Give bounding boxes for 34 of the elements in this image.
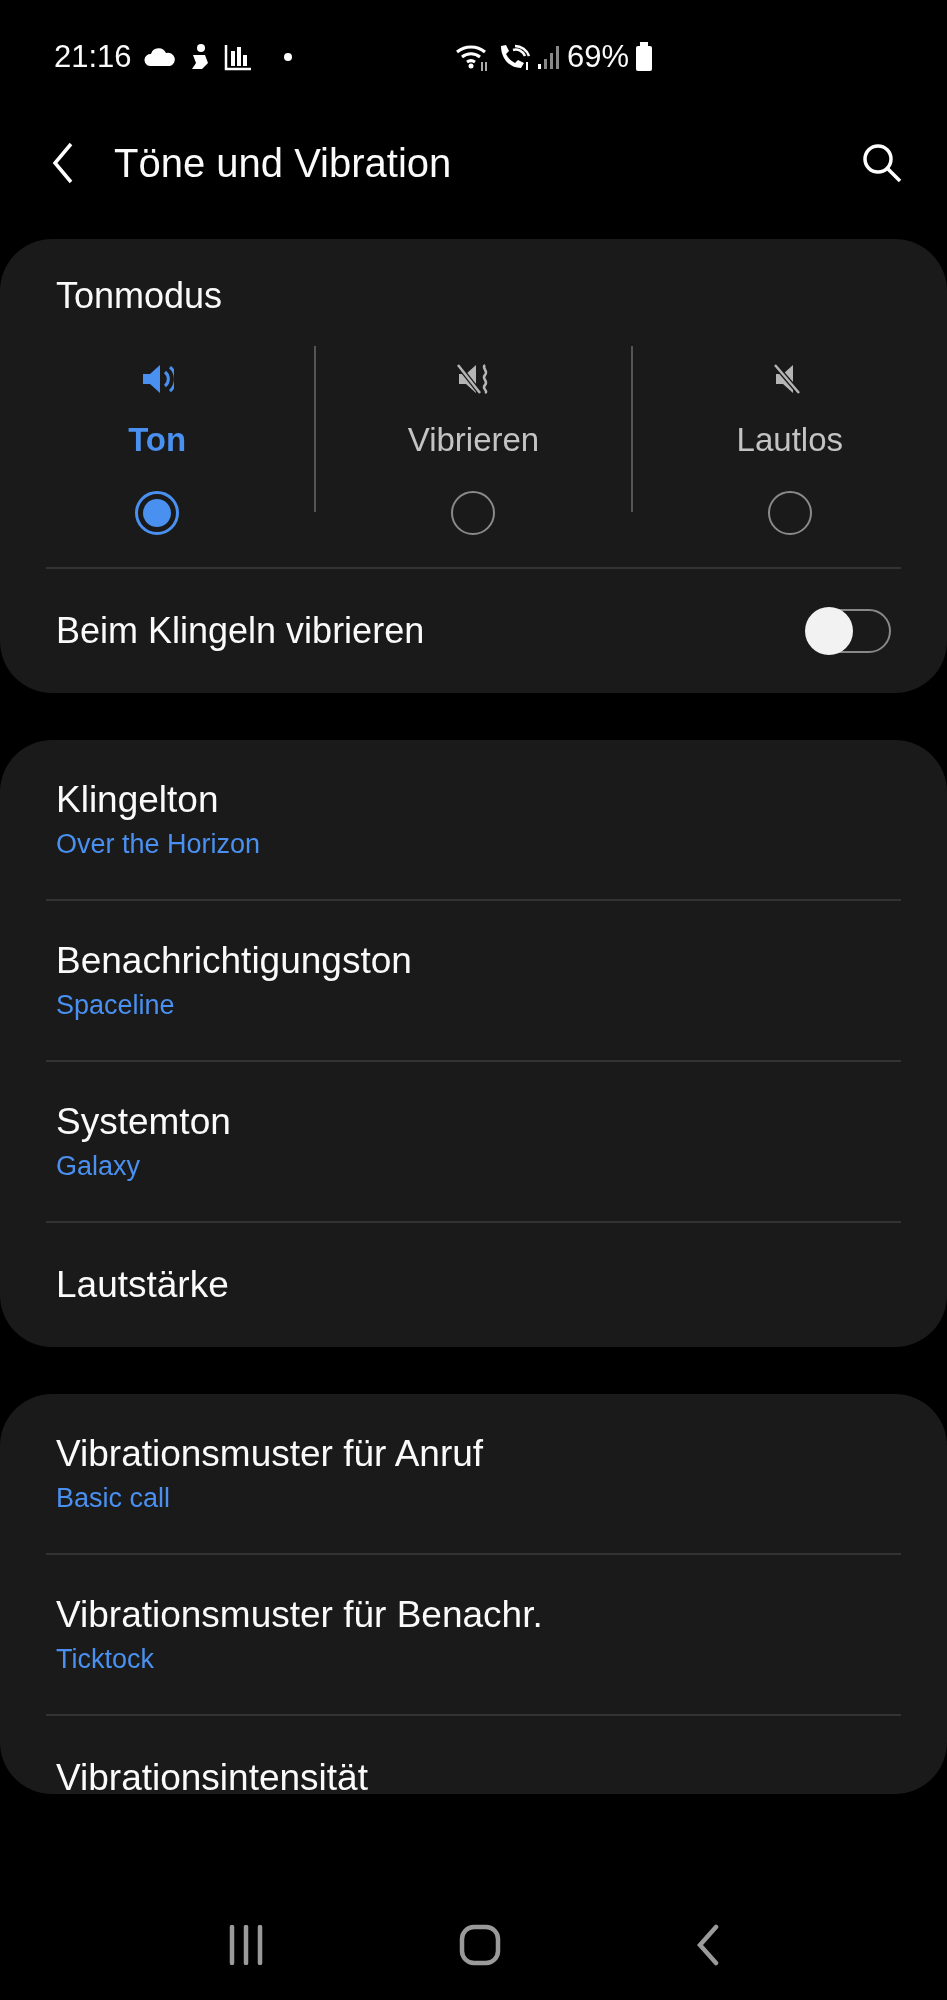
- setting-title[interactable]: Systemton: [56, 1101, 891, 1143]
- screen-title: Töne und Vibration: [114, 140, 452, 186]
- dot-icon: [283, 53, 292, 61]
- section-title: Tonmodus: [55, 274, 224, 317]
- radio-button[interactable]: [767, 491, 812, 535]
- setting-value: Spaceline: [56, 990, 176, 1021]
- setting-value: Ticktock: [56, 1644, 155, 1675]
- back-icon[interactable]: [52, 142, 74, 184]
- setting-title[interactable]: Klingelton: [56, 779, 891, 821]
- back-icon[interactable]: [695, 1924, 720, 1966]
- cloud-icon: [143, 47, 176, 67]
- battery-percent: 69%: [566, 39, 629, 75]
- recent-apps-icon[interactable]: [227, 1925, 264, 1965]
- home-icon[interactable]: [458, 1924, 501, 1966]
- radio-button[interactable]: [451, 491, 496, 535]
- toggle-switch[interactable]: [807, 609, 891, 653]
- mode-label: Lautlos: [736, 421, 844, 459]
- status-time: 21:16: [54, 39, 132, 75]
- mode-label: Ton: [128, 421, 187, 459]
- signal-icon: [536, 44, 561, 70]
- setting-title[interactable]: Vibrationsmuster für Benachr.: [56, 1594, 891, 1636]
- setting-title[interactable]: Lautstärke: [56, 1264, 891, 1306]
- setting-title[interactable]: Vibrationsmuster für Anruf: [56, 1433, 891, 1475]
- setting-title[interactable]: Benachrichtigungston: [56, 940, 891, 982]
- setting-value: Galaxy: [56, 1151, 142, 1182]
- mode-label: Vibrieren: [407, 421, 540, 459]
- radio-button[interactable]: [135, 491, 180, 535]
- setting-value: Over the Horizon: [56, 829, 262, 860]
- bar-chart-icon: [223, 43, 252, 71]
- setting-value: Basic call: [56, 1483, 172, 1514]
- search-icon[interactable]: [861, 142, 903, 184]
- setting-title[interactable]: Vibrationsintensität: [56, 1757, 891, 1794]
- battery-icon: [635, 42, 653, 72]
- setting-label: Beim Klingeln vibrieren: [56, 610, 425, 652]
